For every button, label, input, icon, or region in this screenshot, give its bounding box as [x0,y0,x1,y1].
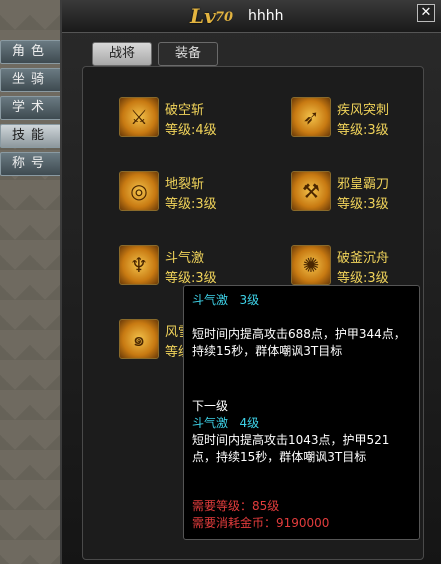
aura-icon: ♆ [119,245,159,285]
side-tab-titles[interactable]: 称号 [0,152,62,176]
level-label: Lv [190,4,216,28]
tooltip-required-level: 需要等级：85级 [192,499,280,513]
dash-icon: ➶ [291,97,331,137]
tooltip-next-label: 下一级 [192,399,229,413]
tooltip-required-gold: 需要消耗金币：9190000 [192,516,330,530]
tooltip-next-skill-level: 4级 [239,416,260,430]
ground-slash-icon: ◎ [119,171,159,211]
side-tab-bar: 角色 坐骑 学术 技能 称号 [0,40,62,180]
tooltip-description: 短时间内提高攻击688点，护甲344点，持续15秒，群体嘲讽3T目标 [192,327,406,358]
tooltip-next-skill-name: 斗气激 [192,416,229,430]
skill-level: 等级:3级 [165,197,217,212]
side-tab-character[interactable]: 角色 [0,40,62,64]
panel-header: Lv 70 hhhh ✕ [62,0,441,33]
skill-item[interactable]: ➶ 疾风突刺 等级:3级 [291,97,441,143]
skill-level: 等级:3级 [165,271,217,286]
storm-icon: ๑ [119,319,159,359]
tooltip-skill-name: 斗气激 [192,293,229,307]
skill-name: 斗气激 [165,251,205,266]
close-icon[interactable]: ✕ [417,4,435,22]
tab-equipment[interactable]: 装备 [158,42,218,66]
tab-bar: 战将 装备 [92,42,218,66]
skill-level: 等级:3级 [337,123,389,138]
skill-level: 等级:3级 [337,197,389,212]
side-tab-study[interactable]: 学术 [0,96,62,120]
skill-item[interactable]: ⚒ 邪皇霸刀 等级:3级 [291,171,441,217]
skill-level: 等级:3级 [337,271,389,286]
skill-item[interactable]: ⚔ 破空斩 等级:4级 [119,97,289,143]
tooltip-next-title: 斗气激 4级 [192,415,411,432]
side-tab-skills[interactable]: 技能 [0,124,62,148]
skill-name: 邪皇霸刀 [337,177,390,192]
skill-item[interactable]: ◎ 地裂斩 等级:3级 [119,171,289,217]
tooltip-next-description: 短时间内提高攻击1043点，护甲521点，持续15秒，群体嘲讽3T目标 [192,433,390,464]
tab-generals[interactable]: 战将 [92,42,152,66]
skill-name: 破空斩 [165,103,205,118]
slash-icon: ⚔ [119,97,159,137]
blade-icon: ⚒ [291,171,331,211]
skill-tooltip: 斗气激 3级 短时间内提高攻击688点，护甲344点，持续15秒，群体嘲讽3T目… [183,285,420,540]
burst-icon: ✺ [291,245,331,285]
skill-name: 破釜沉舟 [337,251,390,266]
level-value: 70 [215,10,234,25]
skill-name: 疾风突刺 [337,103,390,118]
side-tab-mount[interactable]: 坐骑 [0,68,62,92]
tooltip-title: 斗气激 3级 [192,292,411,309]
skill-name: 地裂斩 [165,177,205,192]
tooltip-skill-level: 3级 [239,293,260,307]
skill-level: 等级:4级 [165,123,217,138]
player-name: hhhh [248,8,284,24]
